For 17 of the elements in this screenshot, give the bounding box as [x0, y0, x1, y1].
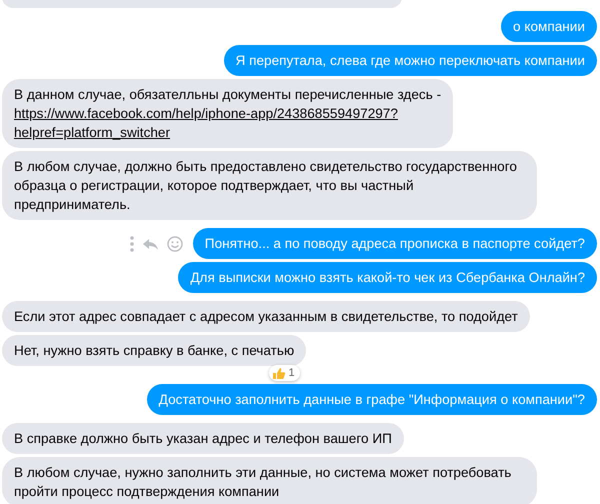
reaction-count: 1: [288, 366, 295, 381]
emoji-icon[interactable]: [166, 236, 183, 252]
message-bubble: Если этот адрес совпадает с адресом указанным в свидетельстве, то подойдет: [2, 301, 530, 332]
message-link[interactable]: https://www.facebook.com/help/iphone-app/243868559497297?: [14, 106, 398, 121]
message-link[interactable]: helpref=platform_switcher: [14, 125, 170, 140]
message-bubble: Понятно... а по поводу адреса прописка в паспорте сойдет?: [192, 228, 597, 259]
message-bubble: В справке должно быть указан адрес и телефон вашего ИП: [2, 423, 404, 454]
message-text: В данном случае, обязателльны документы перечисленные здесь -: [14, 86, 442, 104]
more-options-icon[interactable]: [130, 234, 134, 252]
thumbs-up-icon: [272, 366, 286, 380]
message-bubble: о компании: [501, 11, 597, 42]
message-bubble: Для выписки можно взять какой-то чек из Сбербанка Онлайн?: [178, 262, 597, 293]
message-bubble: Нет, нужно взять справку в банке, с печатью: [2, 335, 306, 366]
message-bubble: Достаточно заполнить данные в графе "Информация о компании"?: [146, 384, 597, 415]
message-bubble: Я перепутала, слева где можно переключать компании: [224, 45, 597, 76]
message-bubble: В любом случае, нужно заполнить эти данные, но система может потребовать пройти процесс подтверждения компании: [2, 457, 537, 504]
message-bubble: В любом случае, должно быть предоставлено свидетельство государственного образца о регистрации, которое подтверждает, что вы частный предприниматель.: [2, 151, 537, 220]
